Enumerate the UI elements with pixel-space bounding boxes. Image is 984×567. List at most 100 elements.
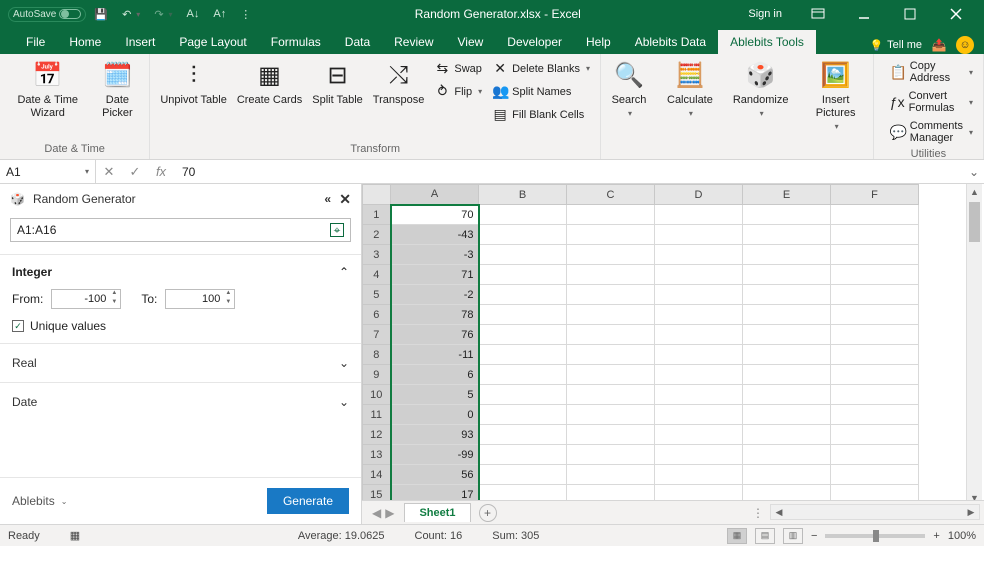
- view-page-break-button[interactable]: ▥: [783, 528, 803, 544]
- cell-B5[interactable]: [479, 285, 567, 305]
- cancel-formula-button[interactable]: ✕: [96, 164, 122, 180]
- insert-pictures-button[interactable]: 🖼️Insert Pictures▾: [805, 58, 867, 134]
- cell-F8[interactable]: [831, 345, 919, 365]
- cell-B6[interactable]: [479, 305, 567, 325]
- qat-customize[interactable]: ⋮: [234, 6, 257, 23]
- col-header-A[interactable]: A: [391, 185, 479, 205]
- row-header-10[interactable]: 10: [363, 385, 391, 405]
- cell-A9[interactable]: 6: [391, 365, 479, 385]
- fill-blank-cells-button[interactable]: ▤Fill Blank Cells: [488, 104, 594, 125]
- tab-ablebits-data[interactable]: Ablebits Data: [623, 30, 718, 54]
- sheet-nav[interactable]: ◀▶: [362, 506, 404, 520]
- tab-ablebits-tools[interactable]: Ablebits Tools: [718, 30, 816, 54]
- cell-D12[interactable]: [655, 425, 743, 445]
- cell-D7[interactable]: [655, 325, 743, 345]
- cell-D2[interactable]: [655, 225, 743, 245]
- cell-F7[interactable]: [831, 325, 919, 345]
- calculate-button[interactable]: 🧮Calculate▾: [663, 58, 717, 121]
- cell-F9[interactable]: [831, 365, 919, 385]
- copy-address-button[interactable]: 📋Copy Address▾: [886, 58, 977, 86]
- row-header-8[interactable]: 8: [363, 345, 391, 365]
- cell-F2[interactable]: [831, 225, 919, 245]
- cell-A2[interactable]: -43: [391, 225, 479, 245]
- cell-B10[interactable]: [479, 385, 567, 405]
- cell-F13[interactable]: [831, 445, 919, 465]
- cell-C12[interactable]: [567, 425, 655, 445]
- flip-button[interactable]: ⥁Flip▾: [430, 81, 486, 102]
- cell-A3[interactable]: -3: [391, 245, 479, 265]
- cell-D4[interactable]: [655, 265, 743, 285]
- cell-A8[interactable]: -11: [391, 345, 479, 365]
- cell-E1[interactable]: [743, 205, 831, 225]
- section-date[interactable]: Date ⌄: [0, 382, 361, 421]
- sort-asc-button[interactable]: A↓: [181, 6, 206, 22]
- tab-page-layout[interactable]: Page Layout: [167, 30, 258, 54]
- cell-D11[interactable]: [655, 405, 743, 425]
- unpivot-table-button[interactable]: ⫶Unpivot Table: [156, 58, 230, 109]
- zoom-in-button[interactable]: +: [933, 530, 939, 542]
- cell-A14[interactable]: 56: [391, 465, 479, 485]
- cell-D9[interactable]: [655, 365, 743, 385]
- name-box[interactable]: A1▾: [0, 160, 96, 183]
- row-header-12[interactable]: 12: [363, 425, 391, 445]
- cell-E11[interactable]: [743, 405, 831, 425]
- col-header-D[interactable]: D: [655, 185, 743, 205]
- cell-B9[interactable]: [479, 365, 567, 385]
- cell-C6[interactable]: [567, 305, 655, 325]
- cell-E4[interactable]: [743, 265, 831, 285]
- share-button[interactable]: 📤: [930, 36, 948, 54]
- cell-E2[interactable]: [743, 225, 831, 245]
- cell-D13[interactable]: [655, 445, 743, 465]
- view-page-layout-button[interactable]: ▤: [755, 528, 775, 544]
- cell-F5[interactable]: [831, 285, 919, 305]
- cell-C3[interactable]: [567, 245, 655, 265]
- row-header-1[interactable]: 1: [363, 205, 391, 225]
- cell-C2[interactable]: [567, 225, 655, 245]
- cell-D8[interactable]: [655, 345, 743, 365]
- cell-E9[interactable]: [743, 365, 831, 385]
- row-header-6[interactable]: 6: [363, 305, 391, 325]
- scroll-up-icon[interactable]: ▲: [967, 184, 982, 200]
- col-header-E[interactable]: E: [743, 185, 831, 205]
- cell-D6[interactable]: [655, 305, 743, 325]
- select-all-corner[interactable]: [363, 185, 391, 205]
- cell-B13[interactable]: [479, 445, 567, 465]
- tell-me-search[interactable]: 💡Tell me: [869, 39, 922, 52]
- row-header-11[interactable]: 11: [363, 405, 391, 425]
- tab-data[interactable]: Data: [333, 30, 382, 54]
- maximize-button[interactable]: [890, 0, 930, 28]
- zoom-out-button[interactable]: −: [811, 530, 817, 542]
- row-header-7[interactable]: 7: [363, 325, 391, 345]
- cell-B7[interactable]: [479, 325, 567, 345]
- cell-D3[interactable]: [655, 245, 743, 265]
- scroll-right-icon[interactable]: ▶: [963, 507, 979, 518]
- cell-A12[interactable]: 93: [391, 425, 479, 445]
- cell-F14[interactable]: [831, 465, 919, 485]
- enter-formula-button[interactable]: ✓: [122, 164, 148, 180]
- cell-E8[interactable]: [743, 345, 831, 365]
- fx-button[interactable]: fx: [148, 164, 174, 179]
- cell-C8[interactable]: [567, 345, 655, 365]
- tab-review[interactable]: Review: [382, 30, 445, 54]
- cell-E12[interactable]: [743, 425, 831, 445]
- transpose-button[interactable]: ⤭Transpose: [369, 58, 429, 109]
- col-header-C[interactable]: C: [567, 185, 655, 205]
- spin-up-icon[interactable]: ▲: [108, 290, 120, 299]
- signin-link[interactable]: Sign in: [738, 8, 792, 20]
- zoom-handle[interactable]: [873, 530, 879, 542]
- cell-C11[interactable]: [567, 405, 655, 425]
- cell-C7[interactable]: [567, 325, 655, 345]
- cell-E3[interactable]: [743, 245, 831, 265]
- horizontal-scrollbar[interactable]: ◀ ▶: [770, 504, 980, 520]
- range-select-icon[interactable]: ⌖: [330, 223, 344, 237]
- cell-B2[interactable]: [479, 225, 567, 245]
- ribbon-display-button[interactable]: [798, 0, 838, 28]
- cell-B15[interactable]: [479, 485, 567, 501]
- formula-bar-expand[interactable]: ⌄: [964, 165, 984, 179]
- vertical-scrollbar[interactable]: ▲ ▼: [966, 184, 982, 506]
- cell-A11[interactable]: 0: [391, 405, 479, 425]
- cell-C10[interactable]: [567, 385, 655, 405]
- section-integer-header[interactable]: Integer ⌃: [12, 265, 349, 279]
- tab-insert[interactable]: Insert: [113, 30, 167, 54]
- date-time-wizard-button[interactable]: 📅Date & Time Wizard: [6, 58, 89, 122]
